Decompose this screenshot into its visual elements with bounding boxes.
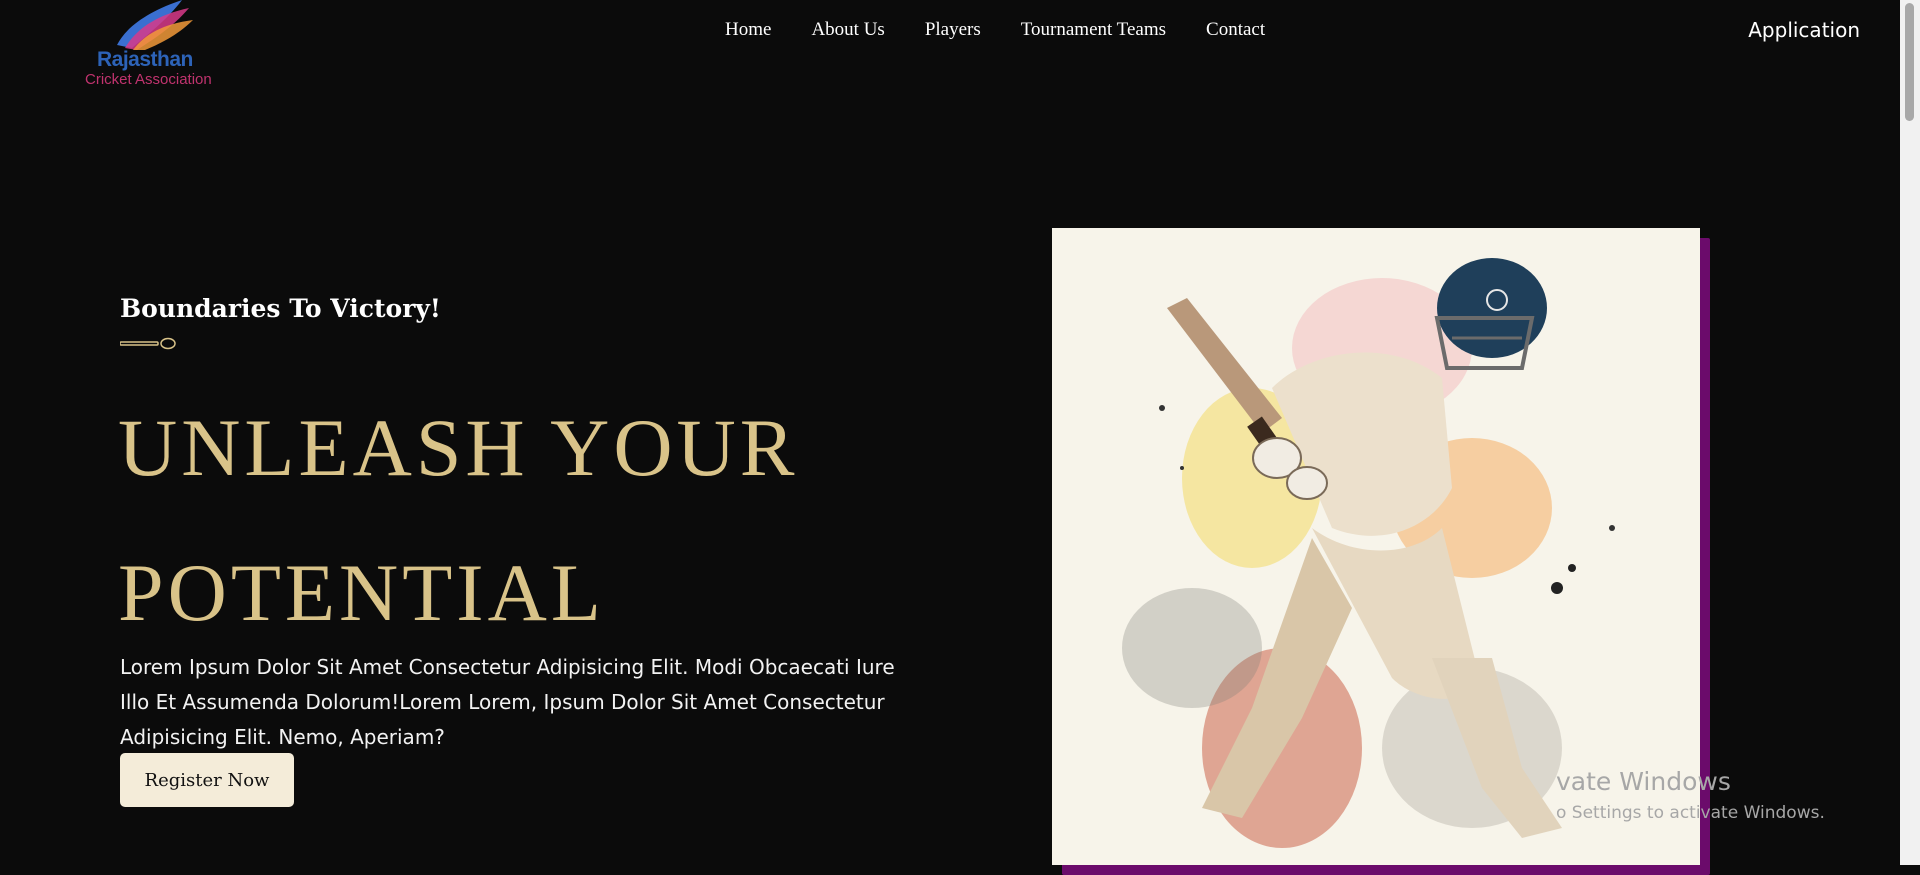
nav-home[interactable]: Home [725,19,771,41]
bird-logo-icon [117,0,193,50]
logo-name: Rajasthan [97,48,193,71]
hero-description: Lorem Ipsum Dolor Sit Amet Consectetur A… [120,655,895,749]
nav-tournament-teams[interactable]: Tournament Teams [1021,19,1166,41]
nav-players[interactable]: Players [925,19,981,41]
rca-logo[interactable]: Rajasthan Cricket Association [85,0,225,90]
bat-ball-divider-icon [120,337,176,350]
register-now-button[interactable]: Register Now [120,753,294,807]
scrollbar-thumb[interactable] [1905,3,1914,121]
main-nav: Home About Us Players Tournament Teams C… [725,19,1265,41]
headline-line-2: POTENTIAL [118,547,605,638]
nav-about-us[interactable]: About Us [811,19,884,41]
hero-headline: UNLEASH YOUR POTENTIAL [118,375,798,665]
nav-contact[interactable]: Contact [1206,19,1265,41]
logo-subtitle: Cricket Association [85,71,212,88]
headline-line-1: UNLEASH YOUR [118,402,799,493]
vertical-scrollbar[interactable] [1900,0,1920,865]
activate-windows-title: vate Windows [1556,767,1731,796]
activate-windows-subtitle: o Settings to activate Windows. [1556,803,1825,823]
hero-tagline: Boundaries To Victory! [120,294,441,323]
application-link[interactable]: Application [1748,18,1860,42]
